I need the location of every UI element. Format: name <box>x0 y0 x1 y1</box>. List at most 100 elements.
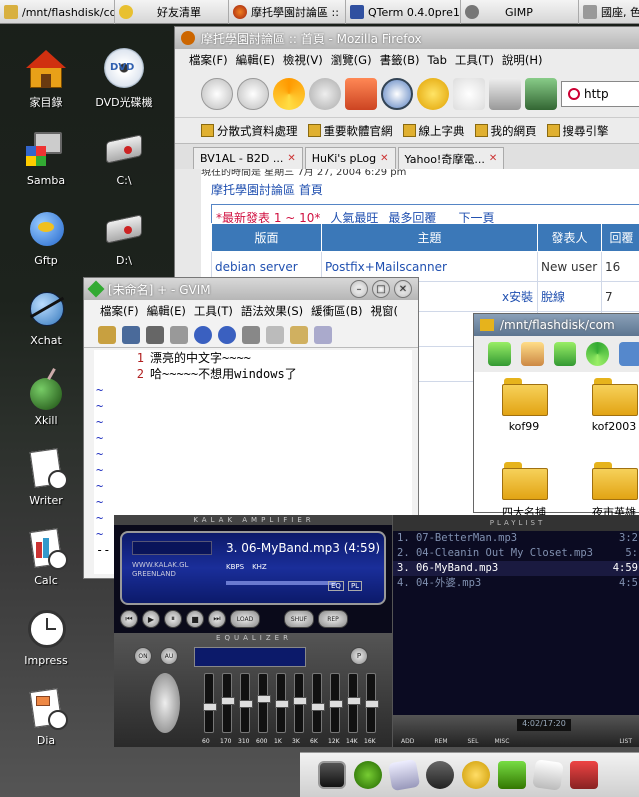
copy-icon[interactable] <box>266 325 284 344</box>
maximize-button[interactable]: □ <box>372 280 390 298</box>
bookmark-star-icon[interactable] <box>417 78 449 110</box>
file-manager-titlebar[interactable]: /mnt/flashdisk/com <box>474 314 639 336</box>
eq-band-slider[interactable] <box>329 673 343 733</box>
menu-window[interactable]: 視窗( <box>371 303 399 319</box>
redo-icon[interactable] <box>218 325 236 344</box>
menu-go[interactable]: 瀏覽(G) <box>331 52 372 68</box>
task-buddy-list[interactable]: 好友清單 <box>115 0 229 24</box>
desktop-icon-home[interactable]: 家目錄 <box>11 48 81 110</box>
eq-slider-knob[interactable] <box>239 700 253 708</box>
eq-slider-knob[interactable] <box>365 700 379 708</box>
task-qterm[interactable]: QTerm 0.4.0pre1 - [ <box>346 0 461 24</box>
folder-item[interactable]: kof2003 <box>586 374 639 433</box>
menu-edit[interactable]: 編輯(E) <box>236 52 275 68</box>
eq-band-slider[interactable] <box>239 673 253 733</box>
mail-icon[interactable] <box>387 758 421 792</box>
menu-tab[interactable]: Tab <box>427 53 446 67</box>
view-icon[interactable] <box>619 342 639 366</box>
save-icon[interactable] <box>122 325 140 344</box>
refresh-icon[interactable] <box>586 342 610 366</box>
menu-syntax[interactable]: 語法效果(S) <box>241 303 303 319</box>
desktop-icon-dvd[interactable]: DVD DVD光碟機 <box>89 48 159 110</box>
monitor-icon[interactable] <box>318 761 346 789</box>
eq-band-slider[interactable] <box>365 673 379 733</box>
paint-icon[interactable] <box>570 761 598 789</box>
home-icon[interactable] <box>520 342 544 366</box>
menu-tools[interactable]: 工具(T) <box>194 303 233 319</box>
desktop-icon-calc[interactable]: Calc <box>11 528 81 587</box>
playlist-item[interactable]: 2. 04-Cleanin Out My Closet.mp3 5: <box>393 546 639 561</box>
paste-icon[interactable] <box>290 325 308 344</box>
eq-slider-knob[interactable] <box>293 697 307 705</box>
folder-item[interactable]: 四大名捕 <box>496 458 552 520</box>
task-firefox[interactable]: 摩托學園討論區 :: <box>229 0 346 24</box>
print-button[interactable] <box>489 78 521 110</box>
select-button[interactable]: SEL <box>468 738 479 745</box>
eq-band-slider[interactable] <box>203 673 217 733</box>
bookmark-folder-search[interactable]: 搜尋引擎 <box>546 123 609 139</box>
close-button[interactable]: ✕ <box>394 280 412 298</box>
preamp-knob[interactable] <box>150 673 180 733</box>
gecko-icon[interactable] <box>354 761 382 789</box>
eq-band-slider[interactable] <box>275 673 289 733</box>
cut-icon[interactable] <box>242 325 260 344</box>
eq-toggle[interactable]: EQ <box>328 581 344 591</box>
eq-preset-button[interactable]: P <box>350 647 368 665</box>
eq-band-slider[interactable] <box>257 673 271 733</box>
smiley-icon[interactable] <box>462 761 490 789</box>
chat-icon[interactable] <box>426 761 454 789</box>
player-header[interactable]: KALAK AMPLIFIER <box>114 515 394 525</box>
previous-icon[interactable]: ⏮ <box>120 610 138 628</box>
play-icon[interactable]: ▶ <box>142 610 160 628</box>
eq-slider-knob[interactable] <box>347 697 361 705</box>
remove-button[interactable]: REM <box>434 738 447 745</box>
menu-view[interactable]: 檢視(V) <box>283 52 323 68</box>
menu-edit[interactable]: 編輯(E) <box>147 303 186 319</box>
author-cell[interactable]: 脫線 <box>537 281 602 312</box>
list-button[interactable]: LIST <box>619 738 632 745</box>
print-icon[interactable] <box>170 325 188 344</box>
tab-huki[interactable]: HuKi's pLog ✕ <box>304 147 396 169</box>
home-button[interactable] <box>345 78 377 110</box>
playlist-item[interactable]: 4. 04-外婆.mp3 4:5 <box>393 576 639 591</box>
save-all-icon[interactable] <box>146 325 164 344</box>
eq-on-button[interactable]: ON <box>134 647 152 665</box>
menu-help[interactable]: 說明(H) <box>502 52 543 68</box>
forward-button[interactable] <box>237 78 269 110</box>
desktop-icon-impress[interactable]: Impress <box>11 608 81 667</box>
reload-button[interactable] <box>273 78 305 110</box>
eq-band-slider[interactable] <box>221 673 235 733</box>
pause-icon[interactable]: ⏸ <box>164 610 182 628</box>
desktop-icon-xkill[interactable]: Xkill <box>11 368 81 427</box>
desktop-icon-c-drive[interactable]: C:\ <box>89 128 159 187</box>
tab-bv1al[interactable]: BV1AL - B2D ... ✕ <box>193 147 303 169</box>
desktop-icon-writer[interactable]: Writer <box>11 448 81 507</box>
tab-close-icon[interactable]: ✕ <box>287 153 295 164</box>
menu-bookmarks[interactable]: 書籤(B) <box>380 52 420 68</box>
url-bar[interactable]: http <box>561 81 639 107</box>
repeat-button[interactable]: REP <box>318 610 348 628</box>
desktop-icon-dia[interactable]: Dia <box>11 688 81 747</box>
desktop-icon-xchat[interactable]: Xchat <box>11 288 81 347</box>
add-button[interactable]: ADD <box>401 738 414 745</box>
menu-tools[interactable]: 工具(T) <box>455 52 494 68</box>
bookmark-folder-software[interactable]: 重要軟體官網 <box>307 123 393 139</box>
eq-band-slider[interactable] <box>311 673 325 733</box>
eq-slider-knob[interactable] <box>203 703 217 711</box>
task-gimp[interactable]: GIMP <box>461 0 579 24</box>
load-button[interactable]: LOAD <box>230 610 260 628</box>
edit-icon[interactable] <box>532 759 564 791</box>
firefox-titlebar[interactable]: 摩托學園討論區 :: 首頁 - Mozilla Firefox <box>175 27 639 49</box>
forum-index-link[interactable]: 摩托學園討論區 首頁 <box>201 181 639 198</box>
eq-slider-knob[interactable] <box>329 700 343 708</box>
bookmark-folder-mypages[interactable]: 我的網頁 <box>474 123 537 139</box>
eq-slider-knob[interactable] <box>311 703 325 711</box>
task-gimp-image[interactable]: 國座, 色 <box>579 0 639 24</box>
playlist-item[interactable]: 1. 07-BetterMan.mp3 3:2 <box>393 531 639 546</box>
tab-yahoo[interactable]: Yahoo!奇摩電... ✕ <box>397 147 505 169</box>
playlist-header[interactable]: PLAYLIST <box>393 515 639 531</box>
download-icon[interactable] <box>525 78 557 110</box>
eq-auto-button[interactable]: AU <box>160 647 178 665</box>
seek-bar[interactable] <box>226 581 336 585</box>
playlist-toggle[interactable]: PL <box>347 581 363 591</box>
